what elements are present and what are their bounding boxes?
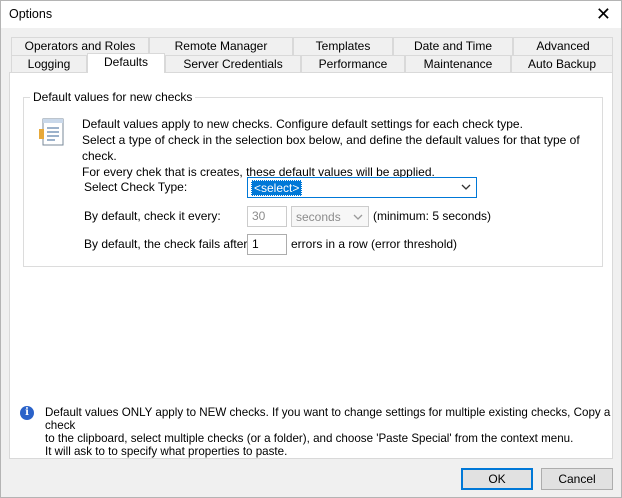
interval-label: By default, check it every:: [84, 209, 221, 223]
window-title: Options: [9, 7, 53, 21]
tab-date-and-time[interactable]: Date and Time: [393, 37, 513, 55]
fail-threshold-label: By default, the check fails after:: [84, 237, 251, 251]
chevron-down-icon: [461, 184, 471, 190]
check-type-label: Select Check Type:: [84, 180, 188, 194]
tab-performance[interactable]: Performance: [301, 55, 405, 73]
ok-button[interactable]: OK: [461, 468, 533, 490]
tab-logging[interactable]: Logging: [11, 55, 87, 73]
tab-defaults[interactable]: Defaults: [87, 53, 165, 73]
tab-templates[interactable]: Templates: [293, 37, 393, 55]
group-description: Default values apply to new checks. Conf…: [82, 116, 602, 180]
tab-maintenance[interactable]: Maintenance: [405, 55, 511, 73]
close-icon[interactable]: ✕: [596, 3, 611, 25]
defaults-tab-panel: Default values for new checks Default va…: [9, 72, 613, 459]
chevron-down-icon: [353, 214, 363, 220]
tab-auto-backup[interactable]: Auto Backup: [511, 55, 613, 73]
default-values-group: Default values for new checks Default va…: [23, 90, 603, 267]
description-line: Select a type of check in the selection …: [82, 133, 580, 163]
check-type-select[interactable]: <select>: [247, 177, 477, 198]
title-bar: Options ✕: [1, 1, 621, 28]
description-line: Default values apply to new checks. Conf…: [82, 117, 523, 131]
info-line: It will ask to to specify what propertie…: [45, 445, 288, 458]
info-line: Default values ONLY apply to NEW checks.…: [45, 406, 611, 432]
tab-advanced[interactable]: Advanced: [513, 37, 613, 55]
fail-threshold-hint: errors in a row (error threshold): [291, 237, 458, 251]
interval-unit-select[interactable]: seconds: [291, 206, 369, 227]
info-icon: i: [20, 406, 34, 420]
interval-hint: (minimum: 5 seconds): [373, 209, 492, 223]
info-line: to the clipboard, select multiple checks…: [45, 432, 574, 445]
check-type-value: <select>: [251, 180, 303, 196]
group-title: Default values for new checks: [30, 90, 196, 104]
interval-unit-value: seconds: [296, 210, 341, 224]
options-window: Options ✕ Operators and Roles Remote Man…: [0, 0, 622, 498]
info-note: Default values ONLY apply to NEW checks.…: [45, 406, 615, 458]
tab-remote-manager[interactable]: Remote Manager: [149, 37, 293, 55]
document-list-icon: [39, 118, 64, 146]
interval-input[interactable]: 30: [247, 206, 287, 227]
cancel-button[interactable]: Cancel: [541, 468, 613, 490]
fail-threshold-input[interactable]: 1: [247, 234, 287, 255]
tab-server-credentials[interactable]: Server Credentials: [165, 55, 301, 73]
